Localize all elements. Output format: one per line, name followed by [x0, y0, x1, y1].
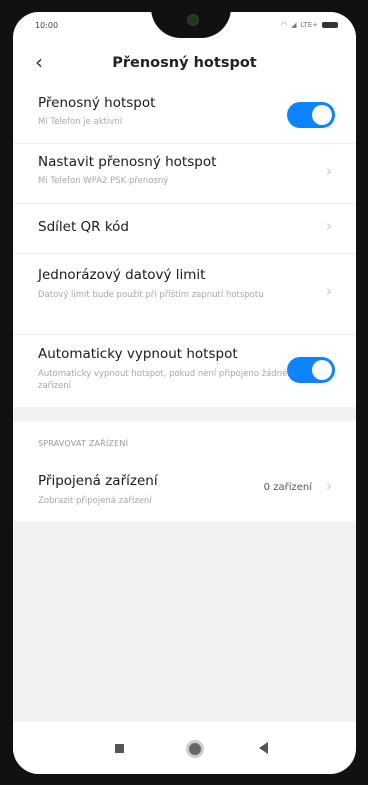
row-title: Sdílet QR kód — [38, 219, 129, 235]
navigation-bar — [13, 722, 356, 774]
row-subtitle: Mi Telefon je aktivní — [38, 117, 123, 127]
chevron-right-icon: › — [326, 217, 332, 235]
chevron-right-icon: › — [326, 477, 332, 495]
row-data-limit[interactable]: Jednorázový datový limit Datový limit bu… — [13, 254, 356, 335]
recents-icon[interactable] — [115, 744, 124, 753]
settings-list: Přenosný hotspot Mi Telefon je aktivní N… — [13, 84, 356, 407]
status-time: 10:00 — [35, 21, 59, 30]
row-subtitle: Automaticky vypnout hotspot, pokud není … — [38, 369, 288, 391]
hotspot-toggle[interactable] — [287, 102, 335, 128]
section-header-label: SPRAVOVAT ZAŘÍZENÍ — [38, 439, 129, 448]
signal-icon: ◢ — [291, 21, 297, 29]
row-connected-devices[interactable]: Připojená zařízení Zobrazit připojená za… — [13, 459, 356, 521]
row-title: Automaticky vypnout hotspot — [38, 346, 238, 362]
app-bar: ‹ Přenosný hotspot — [13, 42, 356, 84]
row-subtitle: Mi Telefon WPA2 PSK přenosný — [38, 176, 169, 186]
home-icon[interactable] — [186, 740, 204, 758]
toggle-knob — [312, 105, 332, 125]
section-divider — [13, 407, 356, 421]
battery-icon — [322, 22, 338, 28]
back-nav-icon[interactable] — [259, 742, 268, 754]
wifi-icon: ◠ — [281, 21, 288, 29]
row-configure-hotspot[interactable]: Nastavit přenosný hotspot Mi Telefon WPA… — [13, 144, 356, 204]
row-title: Připojená zařízení — [38, 473, 158, 489]
row-share-qr[interactable]: Sdílet QR kód › — [13, 204, 356, 254]
network-type: LTE+ — [300, 21, 319, 29]
row-title: Nastavit přenosný hotspot — [38, 154, 217, 170]
chevron-right-icon: › — [326, 282, 332, 300]
chevron-right-icon: › — [326, 162, 332, 180]
row-subtitle: Datový limit bude použit při příštím zap… — [38, 290, 264, 300]
row-portable-hotspot[interactable]: Přenosný hotspot Mi Telefon je aktivní — [13, 84, 356, 144]
auto-off-toggle[interactable] — [287, 357, 335, 383]
settings-content: Přenosný hotspot Mi Telefon je aktivní N… — [13, 84, 356, 521]
page-title: Přenosný hotspot — [112, 55, 257, 71]
devices-section: SPRAVOVAT ZAŘÍZENÍ Připojená zařízení Zo… — [13, 421, 356, 521]
row-title: Přenosný hotspot — [38, 95, 156, 111]
toggle-knob — [312, 360, 332, 380]
row-title: Jednorázový datový limit — [38, 267, 206, 283]
front-camera — [187, 14, 199, 26]
status-icons: ◠ ◢ LTE+ — [281, 21, 338, 29]
device-count: 0 zařízení — [263, 482, 312, 493]
screen: 10:00 ◠ ◢ LTE+ ‹ Přenosný hotspot Přenos… — [13, 12, 356, 774]
row-auto-off[interactable]: Automaticky vypnout hotspot Automaticky … — [13, 335, 356, 407]
section-header: SPRAVOVAT ZAŘÍZENÍ — [13, 421, 356, 459]
phone-frame: 10:00 ◠ ◢ LTE+ ‹ Přenosný hotspot Přenos… — [0, 0, 368, 785]
row-subtitle: Zobrazit připojená zařízení — [38, 496, 152, 506]
